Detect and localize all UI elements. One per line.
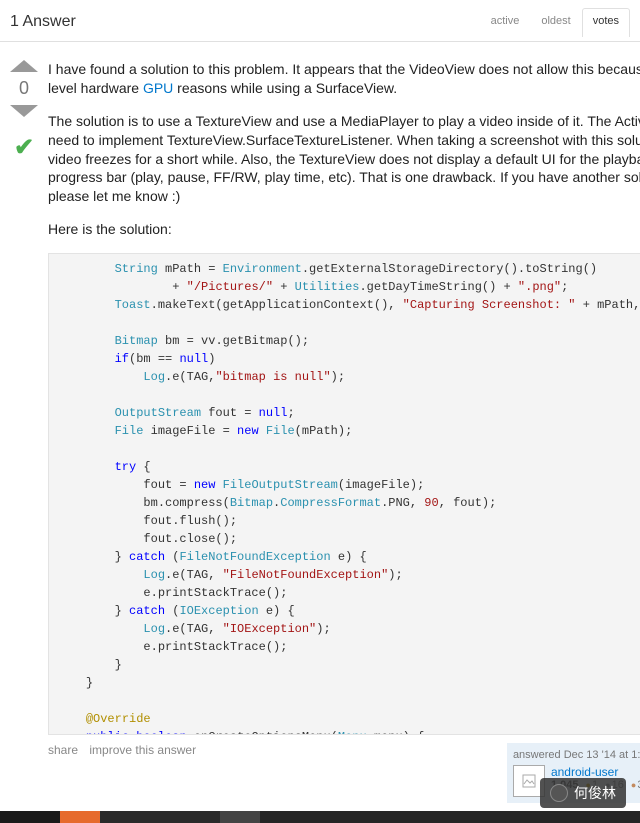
post-actions: share improve this answer	[48, 743, 204, 757]
answer-paragraph: I have found a solution to this problem.…	[48, 60, 640, 98]
sort-tabs: active oldest votes	[480, 8, 630, 35]
overlay-avatar-icon	[550, 784, 568, 802]
improve-link[interactable]: improve this answer	[89, 743, 196, 757]
code-block[interactable]: String mPath = Environment.getExternalSt…	[48, 253, 640, 735]
overlay-name: 何俊林	[574, 783, 616, 803]
answered-timestamp: answered Dec 13 '14 at 1:00	[513, 749, 640, 761]
answer-paragraph: The solution is to use a TextureView and…	[48, 112, 640, 206]
broken-image-icon	[522, 774, 536, 788]
downvote-icon[interactable]	[10, 105, 38, 117]
share-link[interactable]: share	[48, 743, 78, 757]
upvote-icon[interactable]	[10, 60, 38, 72]
answers-header: 1 Answer active oldest votes	[0, 0, 640, 42]
vote-count: 0	[19, 78, 29, 99]
answer-paragraph: Here is the solution:	[48, 220, 640, 239]
tab-votes[interactable]: votes	[582, 8, 630, 37]
code-content: String mPath = Environment.getExternalSt…	[49, 254, 640, 735]
vote-column: 0 ✔	[10, 60, 38, 803]
bronze-badge-icon: ●	[631, 780, 636, 790]
accepted-check-icon[interactable]: ✔	[14, 133, 34, 162]
watermark-overlay: 何俊林	[540, 778, 626, 808]
bottom-bar	[0, 811, 640, 823]
answer-count-title: 1 Answer	[10, 13, 76, 31]
gpu-link[interactable]: GPU	[143, 80, 173, 96]
tab-oldest[interactable]: oldest	[530, 8, 581, 35]
answer-body: I have found a solution to this problem.…	[38, 60, 640, 803]
tab-active[interactable]: active	[480, 8, 531, 35]
